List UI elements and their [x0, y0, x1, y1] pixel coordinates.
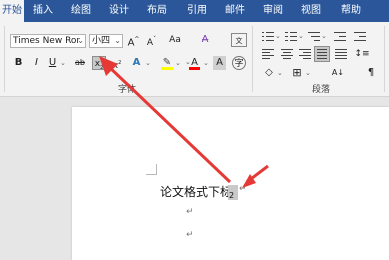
chevron-down-icon: ⌄ — [275, 32, 281, 40]
shrink-font-button[interactable]: Aˇ — [145, 33, 158, 48]
chevron-down-icon: ⌄ — [277, 69, 283, 77]
justify-button[interactable] — [314, 46, 330, 62]
chevron-down-icon: ⌄ — [145, 59, 151, 67]
tab-home[interactable]: 开始 — [0, 0, 24, 22]
clear-formatting-icon: A̶ — [201, 34, 209, 45]
subscript-text: 2 — [229, 191, 235, 200]
empty-paragraph-mark: ↵ — [186, 230, 194, 240]
chevron-down-icon: ⌄ — [203, 59, 209, 67]
margin-corner-mark — [146, 164, 157, 175]
tab-mailings[interactable]: 邮件 — [222, 0, 248, 22]
character-shading-button[interactable]: A — [213, 56, 226, 70]
tab-review[interactable]: 审阅 — [260, 0, 286, 22]
distributed-button[interactable] — [335, 48, 347, 60]
paragraph-mark: ↵ — [239, 184, 247, 194]
font-name-value: Times New Ror — [13, 36, 81, 46]
subscript-button[interactable]: x2 — [92, 56, 106, 71]
highlight-color-swatch — [161, 67, 173, 70]
document-text[interactable]: 论文格式下标 — [160, 183, 232, 200]
tab-references[interactable]: 引用 — [184, 0, 210, 22]
group-separator — [252, 26, 253, 92]
align-center-button[interactable] — [281, 48, 293, 60]
show-marks-button[interactable]: ¶ — [364, 66, 378, 80]
font-group-label: 字体 — [118, 85, 137, 95]
tab-help[interactable]: 帮助 — [338, 0, 364, 22]
tab-design[interactable]: 设计 — [106, 0, 132, 22]
grow-font-button[interactable]: A^ — [127, 33, 140, 48]
empty-paragraph-mark: ↵ — [186, 207, 194, 217]
bullets-button[interactable] — [262, 30, 274, 42]
word-window: 开始 插入 绘图 设计 布局 引用 邮件 审阅 视图 帮助 Times New … — [0, 0, 389, 260]
line-spacing-icon: ↕≡ — [354, 49, 370, 59]
font-size-combo[interactable]: 小四 ⌄ — [89, 34, 123, 48]
font-size-value: 小四 — [92, 36, 111, 46]
chevron-down-icon: ⌄ — [77, 36, 84, 45]
tab-view[interactable]: 视图 — [298, 0, 324, 22]
chevron-down-icon: ⌄ — [321, 32, 327, 40]
font-color-swatch — [189, 67, 200, 70]
group-separator — [384, 26, 385, 92]
decrease-indent-button[interactable] — [334, 30, 346, 42]
font-name-combo[interactable]: Times New Ror ⌄ — [10, 34, 86, 48]
align-right-button[interactable] — [299, 48, 311, 60]
align-left-button[interactable] — [262, 48, 274, 60]
ribbon: Times New Ror ⌄ 小四 ⌄ A^ Aˇ Aa ⌄ A̶ 文 B I… — [0, 22, 389, 97]
enclose-characters-button[interactable]: 字 — [232, 56, 246, 70]
text-effects-button[interactable]: A — [130, 56, 143, 70]
superscript-button[interactable]: x2 — [110, 56, 124, 71]
italic-button[interactable]: I — [30, 56, 43, 70]
borders-button[interactable]: ⊞ — [290, 66, 304, 80]
tab-insert[interactable]: 插入 — [30, 0, 56, 22]
shading-button[interactable]: ◇ — [262, 66, 276, 80]
chevron-down-icon: ⌄ — [175, 59, 181, 67]
ribbon-tab-bar: 开始 插入 绘图 设计 布局 引用 邮件 审阅 视图 帮助 — [0, 0, 389, 22]
font-color-button[interactable]: A — [188, 56, 201, 70]
increase-indent-button[interactable] — [354, 30, 366, 42]
phonetic-guide-icon: 文 — [235, 37, 243, 45]
chevron-down-icon: ⌄ — [298, 32, 304, 40]
chevron-down-icon: ⌄ — [305, 69, 311, 77]
chevron-down-icon: ⌄ — [114, 36, 121, 45]
pilcrow-icon: ¶ — [367, 67, 375, 78]
clear-formatting-button[interactable]: A̶ — [197, 33, 213, 47]
paragraph-group-label: 段落 — [312, 85, 331, 95]
paint-bucket-icon: ◇ — [265, 67, 273, 78]
underline-button[interactable]: U — [46, 56, 59, 70]
borders-icon: ⊞ — [292, 66, 302, 79]
line-spacing-button[interactable]: ↕≡ — [354, 47, 370, 61]
sort-button[interactable]: A↓ — [330, 66, 346, 80]
bold-button[interactable]: B — [12, 56, 25, 70]
group-separator — [4, 26, 5, 92]
chevron-down-icon: ⌄ — [60, 59, 66, 67]
phonetic-guide-button[interactable]: 文 — [231, 33, 247, 47]
tab-draw[interactable]: 绘图 — [68, 0, 94, 22]
sort-icon: A↓ — [331, 68, 345, 77]
highlight-button[interactable]: ✎ — [160, 56, 174, 70]
strikethrough-button[interactable]: ab — [72, 56, 88, 70]
tab-layout[interactable]: 布局 — [144, 0, 170, 22]
change-case-button[interactable]: Aa — [166, 33, 184, 47]
numbering-button[interactable] — [285, 30, 297, 42]
multilevel-list-button[interactable] — [308, 30, 320, 42]
enclose-characters-icon: 字 — [234, 59, 244, 69]
